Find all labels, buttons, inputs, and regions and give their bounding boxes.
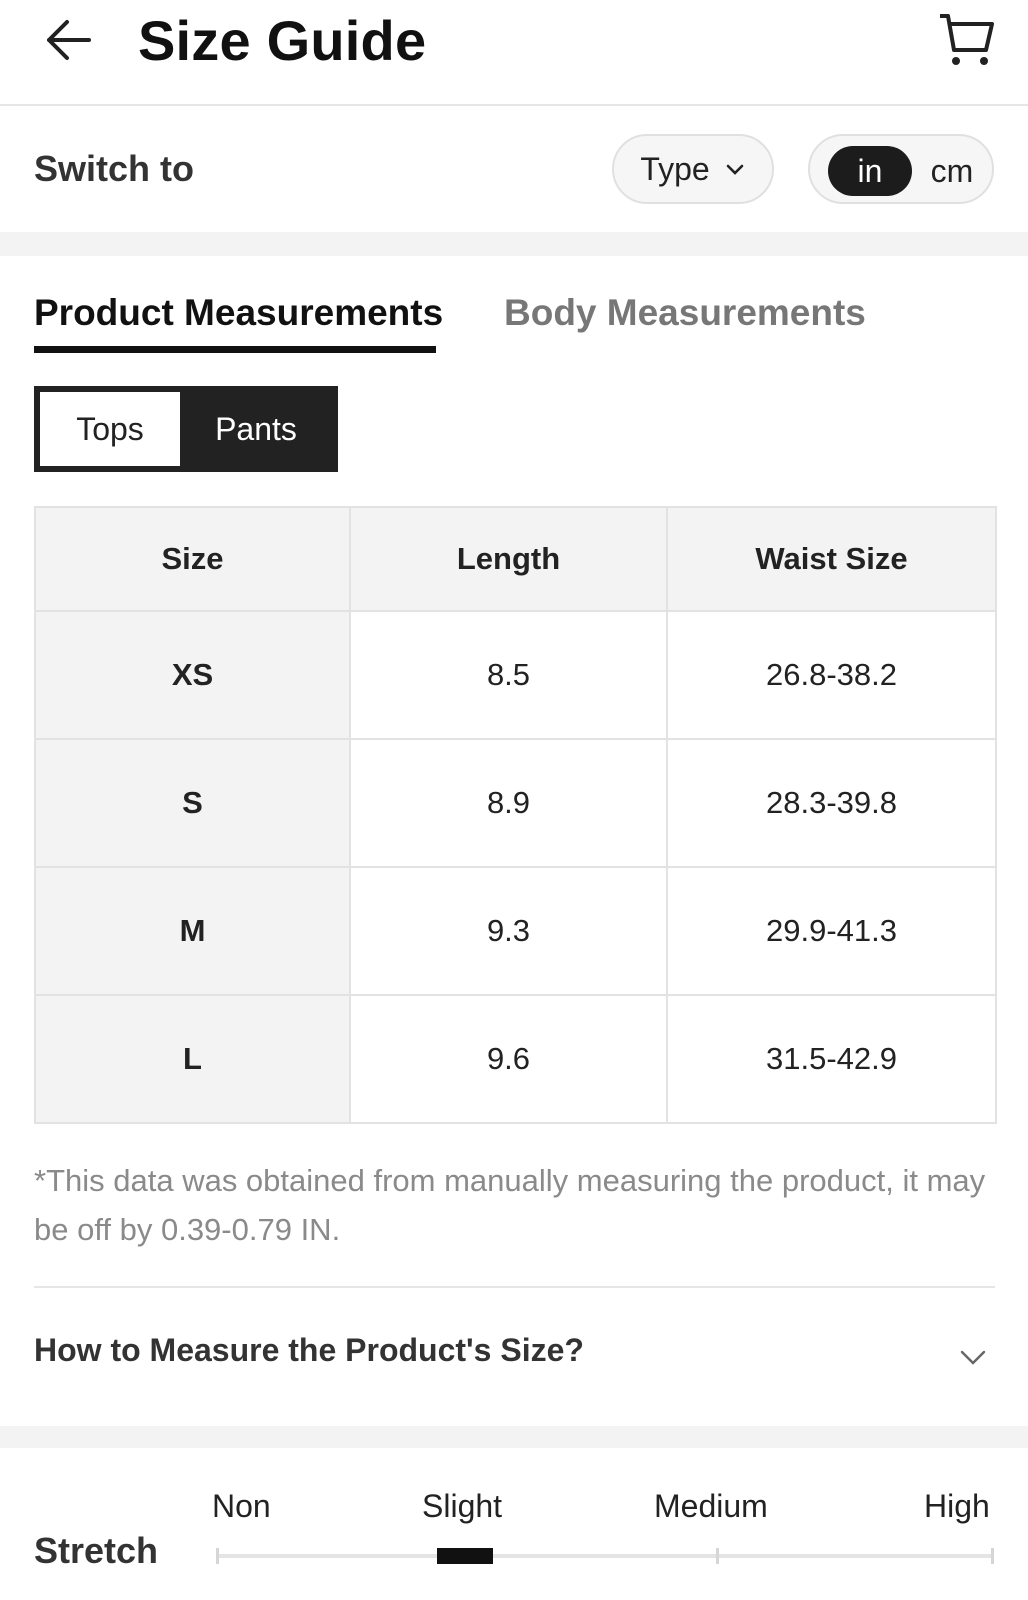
stretch-option-medium: Medium: [654, 1488, 768, 1524]
unit-in-option[interactable]: in: [828, 146, 912, 196]
waist-size-cell: 29.9-41.3: [666, 866, 997, 996]
size-cell: M: [34, 866, 351, 996]
chevron-down-icon: [726, 164, 743, 175]
table-row: XS 8.5 26.8-38.2: [34, 610, 997, 740]
table-header-row: Size Length Waist Size: [34, 506, 997, 612]
table-row: L 9.6 31.5-42.9: [34, 994, 997, 1124]
stretch-option-non: Non: [212, 1488, 271, 1524]
tab-body-measurements[interactable]: Body Measurements: [504, 292, 866, 334]
table-row: M 9.3 29.9-41.3: [34, 866, 997, 996]
column-header-waist-size: Waist Size: [666, 506, 997, 612]
column-header-size: Size: [34, 506, 351, 612]
length-cell: 9.3: [349, 866, 668, 996]
segment-tops[interactable]: Tops: [40, 392, 180, 466]
arrow-left-icon: [47, 20, 91, 60]
segment-pants[interactable]: Pants: [180, 392, 332, 466]
length-cell: 9.6: [349, 994, 668, 1124]
garment-type-segment: Tops Pants: [34, 386, 338, 472]
length-cell: 8.9: [349, 738, 668, 868]
how-to-measure-accordion[interactable]: How to Measure the Product's Size?: [0, 1290, 1028, 1426]
stretch-scale-track: [216, 1548, 994, 1564]
length-cell: 8.5: [349, 610, 668, 740]
unit-cm-option[interactable]: cm: [922, 146, 982, 196]
stretch-tick: [991, 1548, 994, 1564]
switch-label: Switch to: [34, 148, 194, 189]
size-table: Size Length Waist Size XS 8.5 26.8-38.2 …: [34, 506, 997, 1124]
unit-switch-row: Switch to Type in cm: [0, 106, 1028, 232]
waist-size-cell: 26.8-38.2: [666, 610, 997, 740]
page-title: Size Guide: [138, 9, 427, 72]
active-tab-indicator: [34, 346, 436, 353]
table-row: S 8.9 28.3-39.8: [34, 738, 997, 868]
stretch-level-indicator: [436, 1548, 493, 1564]
stretch-option-high: High: [924, 1488, 990, 1524]
section-divider-band: [0, 232, 1028, 256]
chevron-down-icon: [960, 1350, 986, 1365]
stretch-option-slight: Slight: [422, 1488, 503, 1524]
size-cell: L: [34, 994, 351, 1124]
stretch-tick: [716, 1548, 719, 1564]
stretch-label: Stretch: [34, 1530, 159, 1571]
size-cell: XS: [34, 610, 351, 740]
how-to-measure-label: How to Measure the Product's Size?: [34, 1332, 584, 1368]
tab-product-measurements[interactable]: Product Measurements: [34, 292, 443, 334]
waist-size-cell: 28.3-39.8: [666, 738, 997, 868]
type-dropdown[interactable]: Type: [612, 134, 774, 204]
type-dropdown-label: Type: [640, 150, 710, 187]
back-button[interactable]: [40, 12, 96, 68]
unit-toggle: in cm: [808, 134, 994, 204]
divider: [34, 1286, 995, 1288]
app-header: Size Guide: [0, 0, 1028, 106]
stretch-tick: [216, 1548, 219, 1564]
size-cell: S: [34, 738, 351, 868]
cart-button[interactable]: [936, 8, 996, 68]
waist-size-cell: 31.5-42.9: [666, 994, 997, 1124]
measurement-disclaimer: *This data was obtained from manually me…: [34, 1163, 986, 1247]
section-divider-band: [0, 1426, 1028, 1448]
column-header-length: Length: [349, 506, 668, 612]
cart-icon: [940, 14, 994, 65]
